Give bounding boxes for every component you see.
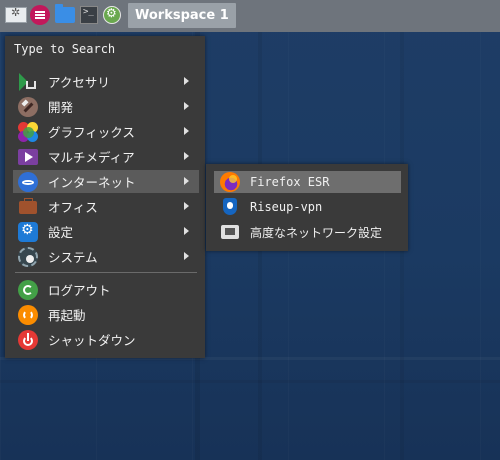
submenu-item-firefox[interactable]: Firefox ESR xyxy=(214,171,401,193)
logout-icon xyxy=(18,279,38,300)
application-menu: Type to Search アクセサリ 開発 グラフィックス マルチメディア xyxy=(5,36,205,358)
submenu-arrow-icon xyxy=(184,102,189,110)
terminal-icon[interactable] xyxy=(80,6,98,24)
menu-item-label: オフィス xyxy=(48,200,98,215)
riseup-vpn-icon xyxy=(220,197,240,217)
multimedia-icon xyxy=(18,147,38,167)
submenu-item-riseup-vpn[interactable]: Riseup-vpn xyxy=(214,196,401,218)
menu-item-internet[interactable]: インターネット xyxy=(13,170,199,193)
submenu-item-label: 高度なネットワーク設定 xyxy=(250,225,383,240)
submenu-arrow-icon xyxy=(184,177,189,185)
menu-item-accessories[interactable]: アクセサリ xyxy=(13,70,199,93)
submenu-arrow-icon xyxy=(184,202,189,210)
system-icon xyxy=(18,246,38,267)
submenu-arrow-icon xyxy=(184,252,189,260)
submenu-arrow-icon xyxy=(184,227,189,235)
menu-item-system[interactable]: システム xyxy=(13,245,199,268)
menu-item-label: マルチメディア xyxy=(48,150,135,165)
menu-item-label: インターネット xyxy=(48,175,136,190)
shutdown-icon xyxy=(18,329,38,350)
submenu-item-network-settings[interactable]: 高度なネットワーク設定 xyxy=(214,221,401,243)
submenu-item-label: Riseup-vpn xyxy=(250,200,323,214)
development-icon xyxy=(18,96,38,117)
accessories-icon xyxy=(18,72,38,92)
top-panel: Workspace 1 xyxy=(0,0,500,32)
menu-separator xyxy=(15,272,197,273)
submenu-item-label: Firefox ESR xyxy=(250,175,330,189)
firefox-icon xyxy=(220,172,240,192)
menu-item-label: ログアウト xyxy=(48,283,111,298)
submenu-arrow-icon xyxy=(184,127,189,135)
submenu-arrow-icon xyxy=(184,77,189,85)
internet-submenu: Firefox ESR Riseup-vpn 高度なネットワーク設定 xyxy=(206,164,408,251)
menu-item-label: 再起動 xyxy=(48,308,86,323)
network-settings-icon xyxy=(220,222,240,242)
menu-item-settings[interactable]: 設定 xyxy=(13,220,199,243)
menu-item-graphics[interactable]: グラフィックス xyxy=(13,120,199,143)
menu-item-label: アクセサリ xyxy=(48,75,110,90)
menu-item-logout[interactable]: ログアウト xyxy=(13,278,199,301)
office-icon xyxy=(18,197,38,217)
settings-gear-icon[interactable] xyxy=(103,6,121,24)
menu-item-shutdown[interactable]: シャットダウン xyxy=(13,328,199,351)
menu-item-multimedia[interactable]: マルチメディア xyxy=(13,145,199,168)
workspace-button[interactable]: Workspace 1 xyxy=(128,3,236,28)
graphics-icon xyxy=(18,121,38,142)
settings-icon xyxy=(18,221,38,242)
restart-icon xyxy=(18,304,38,325)
menu-item-office[interactable]: オフィス xyxy=(13,195,199,218)
menu-item-restart[interactable]: 再起動 xyxy=(13,303,199,326)
menu-item-label: グラフィックス xyxy=(48,125,135,140)
menu-item-label: 開発 xyxy=(48,100,74,115)
menu-item-label: 設定 xyxy=(48,225,74,240)
menu-item-label: システム xyxy=(48,250,98,265)
application-icon[interactable] xyxy=(5,6,27,23)
menu-icon[interactable] xyxy=(30,5,50,25)
menu-item-label: シャットダウン xyxy=(48,333,136,348)
submenu-arrow-icon xyxy=(184,152,189,160)
search-field[interactable]: Type to Search xyxy=(14,42,115,56)
folder-icon[interactable] xyxy=(55,4,75,23)
internet-icon xyxy=(18,171,38,192)
menu-item-development[interactable]: 開発 xyxy=(13,95,199,118)
